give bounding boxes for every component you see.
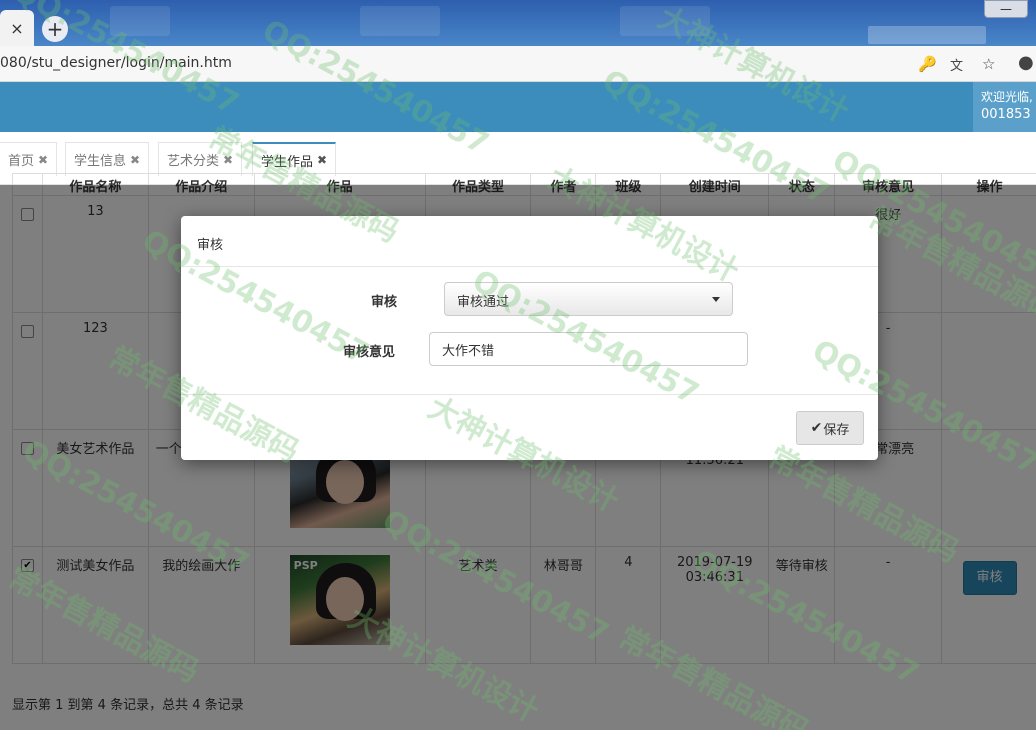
user-info[interactable]: 欢迎光临, 001853 xyxy=(973,82,1036,132)
minimize-button[interactable]: — xyxy=(984,0,1028,18)
new-tab-button[interactable]: + xyxy=(42,16,68,42)
browser-tabstrip: × + — xyxy=(0,0,1036,46)
tab-student-works[interactable]: 学生作品 ✖ xyxy=(252,142,337,176)
save-label: 保存 xyxy=(823,422,850,438)
minimize-icon: — xyxy=(1000,2,1012,16)
tab-label: 艺术分类 xyxy=(167,154,220,169)
address-bar[interactable]: 080/stu_designer/login/main.htm 🔑 文 ☆ ● xyxy=(0,46,1036,82)
close-icon[interactable]: ✖ xyxy=(223,153,233,167)
background-decoration xyxy=(620,6,710,36)
save-button[interactable]: ✔ 保存 xyxy=(796,411,864,445)
translate-icon[interactable]: 文 xyxy=(950,55,963,74)
opinion-label: 审核意见 xyxy=(343,345,396,360)
welcome-text: 欢迎光临, xyxy=(981,90,1033,104)
plus-icon: + xyxy=(46,17,64,41)
browser-tab[interactable]: × xyxy=(0,10,34,46)
tab-student-info[interactable]: 学生信息 ✖ xyxy=(65,142,150,176)
system-search-box xyxy=(868,26,986,44)
dialog-title: 审核 xyxy=(181,216,878,267)
key-icon[interactable]: 🔑 xyxy=(918,55,937,73)
user-id: 001853 xyxy=(981,107,1031,122)
background-decoration xyxy=(110,6,170,36)
tab-label: 学生作品 xyxy=(261,154,314,170)
audit-select[interactable]: 审核通过 xyxy=(444,282,733,316)
close-icon[interactable]: ✖ xyxy=(130,153,140,167)
tab-art-category[interactable]: 艺术分类 ✖ xyxy=(158,142,243,176)
background-decoration xyxy=(360,6,440,36)
profile-icon[interactable]: ● xyxy=(1018,52,1034,73)
close-icon[interactable]: × xyxy=(10,19,23,38)
opinion-input[interactable] xyxy=(429,332,748,366)
dialog-body: 审核 审核通过 审核意见 xyxy=(181,267,878,395)
audit-dialog: 审核 审核 审核通过 审核意见 ✔ 保存 xyxy=(181,216,878,460)
star-icon[interactable]: ☆ xyxy=(982,55,995,73)
caret-down-icon xyxy=(712,297,720,302)
app-header xyxy=(0,82,1036,132)
check-icon: ✔ xyxy=(810,420,823,436)
tab-label: 首页 xyxy=(8,154,35,169)
audit-select-value: 审核通过 xyxy=(457,295,510,310)
url-text[interactable]: 080/stu_designer/login/main.htm xyxy=(0,55,232,71)
audit-label: 审核 xyxy=(371,295,398,310)
close-icon[interactable]: ✖ xyxy=(317,153,327,167)
tab-home[interactable]: 首页 ✖ xyxy=(0,142,58,176)
tab-label: 学生信息 xyxy=(74,154,127,169)
close-icon[interactable]: ✖ xyxy=(38,153,48,167)
